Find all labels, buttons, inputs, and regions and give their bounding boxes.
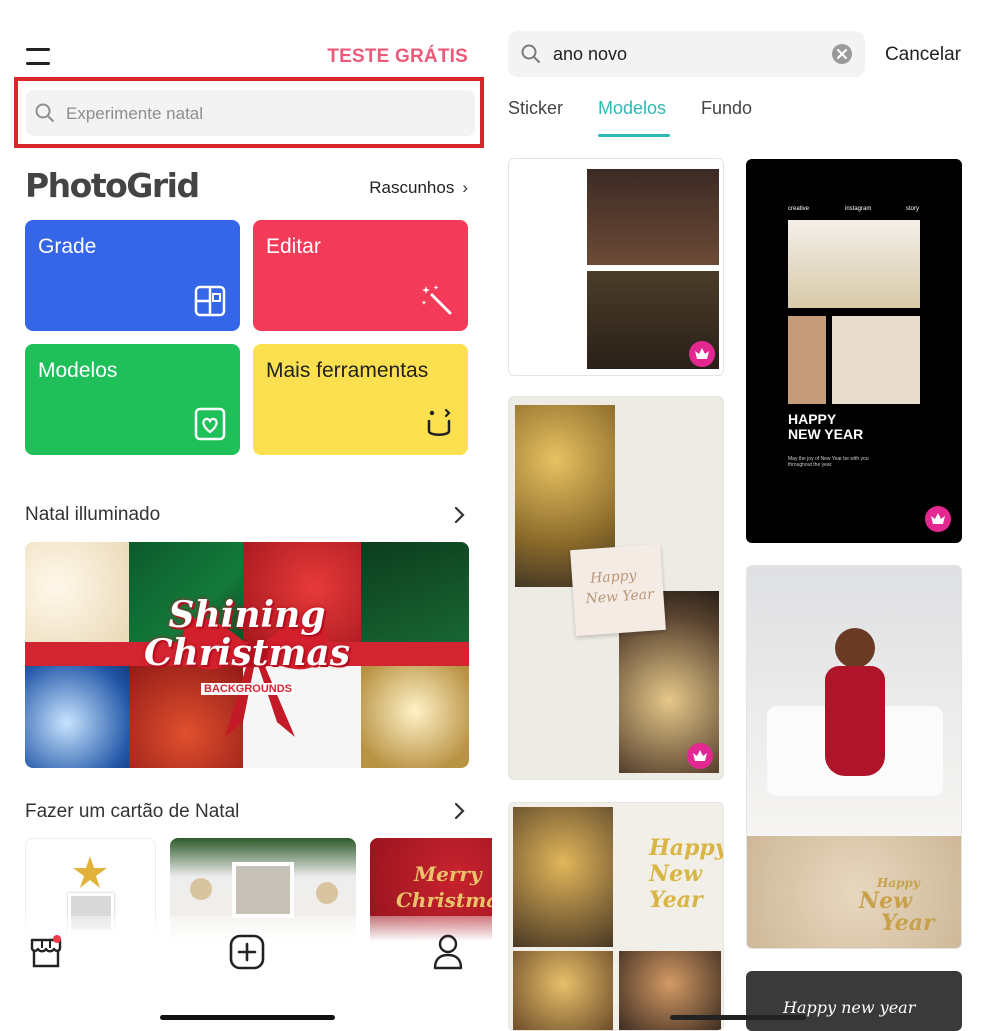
tab-background[interactable]: Fundo xyxy=(701,98,752,119)
profile-icon[interactable] xyxy=(432,934,464,970)
store-icon[interactable] xyxy=(29,934,63,970)
menu-icon[interactable] xyxy=(26,48,50,66)
template-header-text: creative xyxy=(788,206,810,212)
premium-crown-icon xyxy=(687,743,713,769)
grid-tile[interactable]: Grade xyxy=(25,220,240,331)
chevron-right-icon[interactable] xyxy=(454,802,466,820)
search-value: ano novo xyxy=(553,44,628,64)
heart-frame-icon xyxy=(194,407,226,441)
banner-title-line1: Shining xyxy=(168,594,326,636)
card-text-line2: Christmas xyxy=(396,888,492,912)
card-text-line1: Merry xyxy=(414,862,482,886)
templates-tile-label: Modelos xyxy=(38,359,118,382)
star-icon xyxy=(73,856,107,888)
template-header-text: story xyxy=(906,206,920,212)
premium-crown-icon xyxy=(925,506,951,532)
premium-crown-icon xyxy=(689,341,715,367)
template-card[interactable] xyxy=(508,158,724,376)
home-indicator xyxy=(160,1015,335,1020)
search-icon xyxy=(35,103,54,122)
search-input[interactable]: Experimente natal xyxy=(26,90,475,136)
clear-icon[interactable] xyxy=(831,43,853,65)
section-title-christmas-lights: Natal illuminado xyxy=(25,504,161,525)
banner-title-line2: Christmas xyxy=(143,632,351,674)
edit-tile-label: Editar xyxy=(266,235,321,258)
template-note-line2: New Year xyxy=(585,586,655,608)
chevron-right-icon[interactable] xyxy=(454,506,466,524)
cancel-button[interactable]: Cancelar xyxy=(885,44,961,66)
drafts-label: Rascunhos xyxy=(369,178,455,197)
tab-sticker[interactable]: Sticker xyxy=(508,98,563,119)
grid-icon xyxy=(194,285,226,317)
templates-tile[interactable]: Modelos xyxy=(25,344,240,455)
more-tools-tile-label: Mais ferramentas xyxy=(266,359,429,382)
template-text-line2: New xyxy=(649,861,703,887)
template-text-line3: Year xyxy=(649,887,703,913)
add-icon[interactable] xyxy=(229,934,265,970)
template-note-line1: Happy xyxy=(589,567,637,587)
template-text-line3: Year xyxy=(881,910,935,936)
photogrid-home-screen: TESTE GRÁTIS Experimente natal PhotoGrid… xyxy=(0,0,492,1031)
more-tools-tile[interactable]: Mais ferramentas xyxy=(253,344,468,455)
template-title-line1: HAPPY xyxy=(788,411,837,427)
edit-tile[interactable]: Editar xyxy=(253,220,468,331)
banner-subtitle: BACKGROUNDS xyxy=(201,683,295,695)
template-header-text: instagram xyxy=(845,206,872,212)
search-placeholder: Experimente natal xyxy=(66,104,204,123)
grid-tile-label: Grade xyxy=(38,235,97,258)
drafts-link[interactable]: Rascunhos › xyxy=(369,178,468,198)
template-title-line2: NEW YEAR xyxy=(788,426,864,442)
search-input[interactable]: ano novo xyxy=(508,31,865,77)
home-indicator xyxy=(670,1015,806,1020)
app-logo: PhotoGrid xyxy=(25,166,200,205)
christmas-banner[interactable]: Shining Christmas BACKGROUNDS xyxy=(25,542,469,768)
tab-templates[interactable]: Modelos xyxy=(598,98,666,119)
template-text-line1: Happy xyxy=(649,835,724,861)
magic-wand-icon xyxy=(421,285,452,315)
template-card[interactable]: Happy new year xyxy=(746,971,962,1031)
template-search-screen: ano novo Cancelar Sticker Modelos Fundo … xyxy=(492,0,984,1031)
section-title-christmas-card: Fazer um cartão de Natal xyxy=(25,801,240,822)
smiley-icon xyxy=(427,408,451,436)
chevron-right-icon: › xyxy=(462,178,468,197)
template-card[interactable]: Happy New Year xyxy=(746,565,962,949)
search-icon xyxy=(521,44,540,63)
active-tab-indicator xyxy=(598,134,670,137)
template-card[interactable]: Happy New Year xyxy=(508,396,724,780)
template-card[interactable]: creative instagram story HAPPY NEW YEAR … xyxy=(746,159,962,543)
template-card[interactable]: Happy New Year xyxy=(508,802,724,1031)
template-subtitle: May the joy of New Year be with you thro… xyxy=(788,456,869,468)
free-trial-button[interactable]: TESTE GRÁTIS xyxy=(327,46,468,68)
